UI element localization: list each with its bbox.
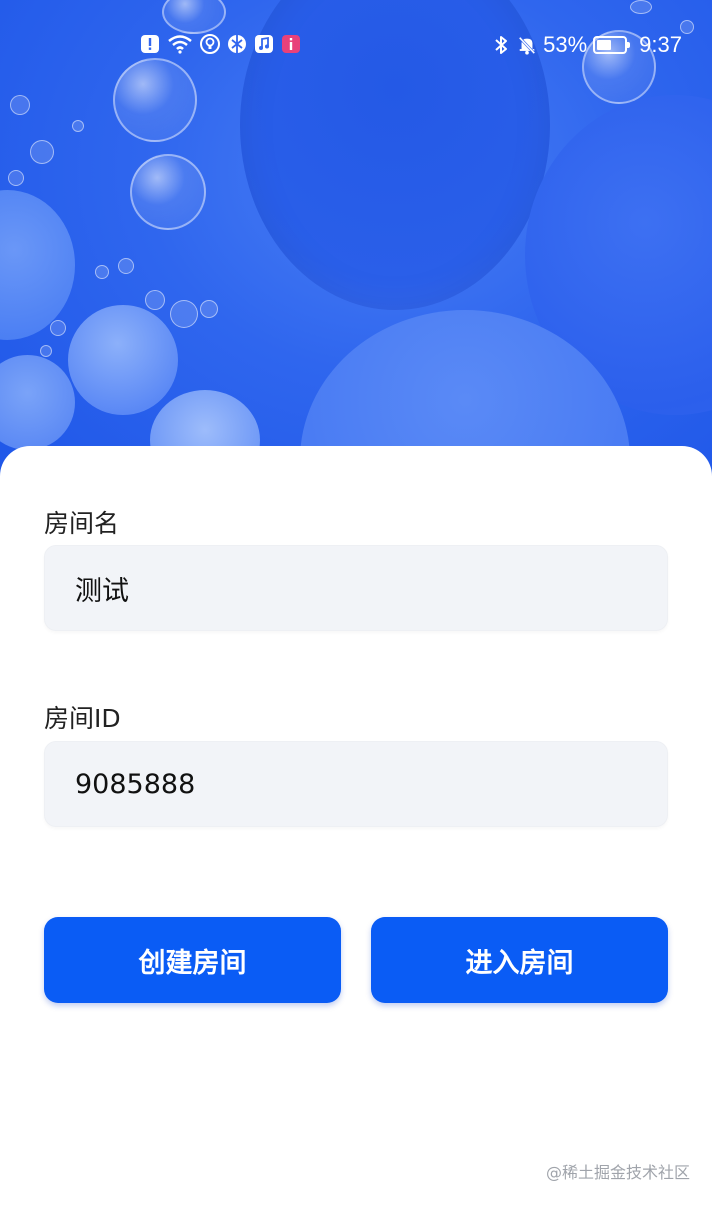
droplet-decoration	[40, 345, 52, 357]
room-id-value: 9085888	[75, 768, 196, 800]
droplet-decoration	[200, 300, 218, 318]
droplet-decoration	[170, 300, 198, 328]
watermark: @稀土掘金技术社区	[545, 1163, 690, 1182]
status-left-icons	[140, 34, 301, 54]
bubble-decoration	[0, 190, 75, 340]
room-form-card: 房间名 测试 房间ID 9085888 创建房间 进入房间 @稀土掘金技术社区	[0, 446, 712, 1207]
battery-percent: 53%	[543, 32, 588, 57]
room-name-value: 测试	[75, 575, 129, 607]
room-id-input[interactable]: 9085888	[44, 741, 668, 827]
droplet-decoration	[72, 120, 84, 132]
room-id-label: 房间ID	[44, 704, 121, 733]
room-name-input[interactable]: 测试	[44, 545, 668, 631]
notification-app-icon	[281, 34, 301, 54]
droplet-decoration	[95, 265, 109, 279]
lightbulb-icon	[200, 34, 220, 54]
mute-bell-icon	[517, 35, 537, 55]
battery-icon	[593, 36, 631, 54]
header-background	[0, 0, 712, 490]
create-room-button[interactable]: 创建房间	[44, 917, 341, 1003]
droplet-decoration	[118, 258, 134, 274]
status-right-group: 53% 9:37	[491, 32, 682, 58]
droplet-decoration	[630, 0, 652, 14]
music-icon	[254, 34, 274, 54]
battery-level-fill	[597, 40, 612, 50]
room-name-label: 房间名	[44, 509, 120, 538]
enter-room-button[interactable]: 进入房间	[371, 917, 668, 1003]
glass-bubble-decoration	[130, 154, 206, 230]
droplet-decoration	[50, 320, 66, 336]
glass-bubble-decoration	[113, 58, 197, 142]
droplet-decoration	[8, 170, 24, 186]
droplet-decoration	[10, 95, 30, 115]
wifi-icon	[167, 34, 193, 54]
bubble-decoration	[0, 355, 75, 450]
bluetooth-icon	[491, 35, 511, 55]
droplet-decoration	[145, 290, 165, 310]
room-screen: 53% 9:37 房间名 测试 房间ID 9085888 创建房间 进入房间 @…	[0, 0, 712, 1207]
status-bar: 53% 9:37	[0, 26, 712, 64]
alert-icon	[140, 34, 160, 54]
app-icon	[227, 34, 247, 54]
droplet-decoration	[30, 140, 54, 164]
bubble-decoration	[68, 305, 178, 415]
clock-time: 9:37	[639, 32, 682, 57]
